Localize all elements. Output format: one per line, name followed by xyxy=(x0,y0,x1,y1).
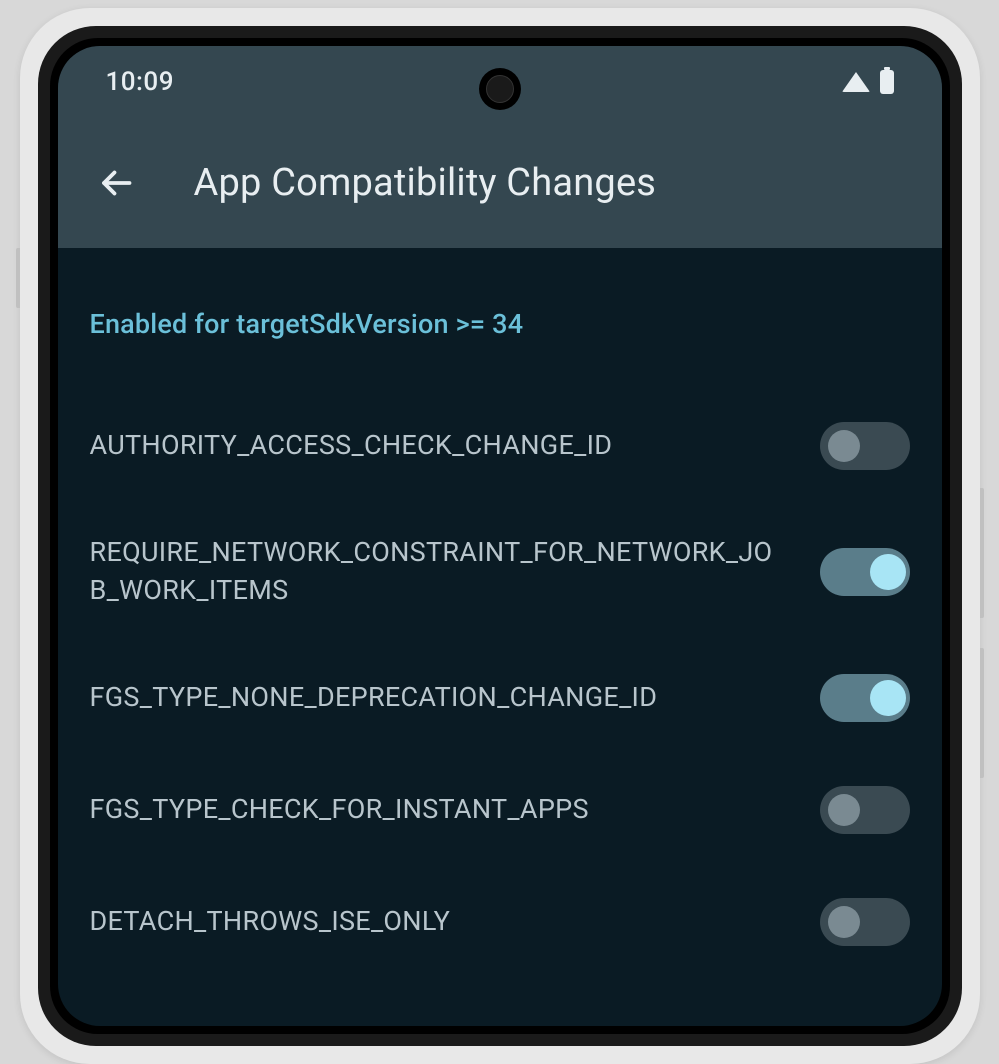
battery-icon xyxy=(880,70,894,94)
toggle-switch[interactable] xyxy=(820,898,910,946)
setting-row[interactable]: DETACH_THROWS_ISE_ONLY xyxy=(90,866,910,978)
settings-content[interactable]: Enabled for targetSdkVersion >= 34 AUTHO… xyxy=(58,248,942,978)
toggle-thumb xyxy=(828,794,860,826)
toggle-thumb xyxy=(828,906,860,938)
wifi-icon xyxy=(842,72,870,92)
toggle-switch[interactable] xyxy=(820,548,910,596)
toggle-thumb xyxy=(828,430,860,462)
side-button-1 xyxy=(980,488,984,618)
app-bar: App Compatibility Changes xyxy=(58,118,942,248)
page-title: App Compatibility Changes xyxy=(194,161,657,205)
volume-button xyxy=(16,248,20,308)
setting-row[interactable]: AUTHORITY_ACCESS_CHECK_CHANGE_ID xyxy=(90,390,910,502)
setting-label: REQUIRE_NETWORK_CONSTRAINT_FOR_NETWORK_J… xyxy=(90,534,820,610)
setting-row[interactable]: REQUIRE_NETWORK_CONSTRAINT_FOR_NETWORK_J… xyxy=(90,502,910,642)
setting-row[interactable]: FGS_TYPE_CHECK_FOR_INSTANT_APPS xyxy=(90,754,910,866)
toggle-thumb xyxy=(870,554,906,590)
toggle-switch[interactable] xyxy=(820,422,910,470)
setting-label: AUTHORITY_ACCESS_CHECK_CHANGE_ID xyxy=(90,427,820,465)
setting-label: DETACH_THROWS_ISE_ONLY xyxy=(90,903,820,941)
side-button-2 xyxy=(980,648,984,778)
status-icons xyxy=(842,70,894,94)
device-screen: 10:09 App Compatibility Changes xyxy=(58,46,942,1026)
back-button[interactable] xyxy=(88,155,144,211)
setting-row[interactable]: FGS_TYPE_NONE_DEPRECATION_CHANGE_ID xyxy=(90,642,910,754)
toggle-thumb xyxy=(870,680,906,716)
status-time: 10:09 xyxy=(106,67,174,97)
phone-frame: 10:09 App Compatibility Changes xyxy=(20,8,980,1064)
settings-list: AUTHORITY_ACCESS_CHECK_CHANGE_ID REQUIRE_… xyxy=(90,390,910,978)
back-arrow-icon xyxy=(98,165,134,201)
toggle-switch[interactable] xyxy=(820,674,910,722)
camera-notch xyxy=(479,68,521,110)
toggle-switch[interactable] xyxy=(820,786,910,834)
section-header: Enabled for targetSdkVersion >= 34 xyxy=(90,308,910,340)
setting-label: FGS_TYPE_NONE_DEPRECATION_CHANGE_ID xyxy=(90,679,820,717)
setting-label: FGS_TYPE_CHECK_FOR_INSTANT_APPS xyxy=(90,791,820,829)
